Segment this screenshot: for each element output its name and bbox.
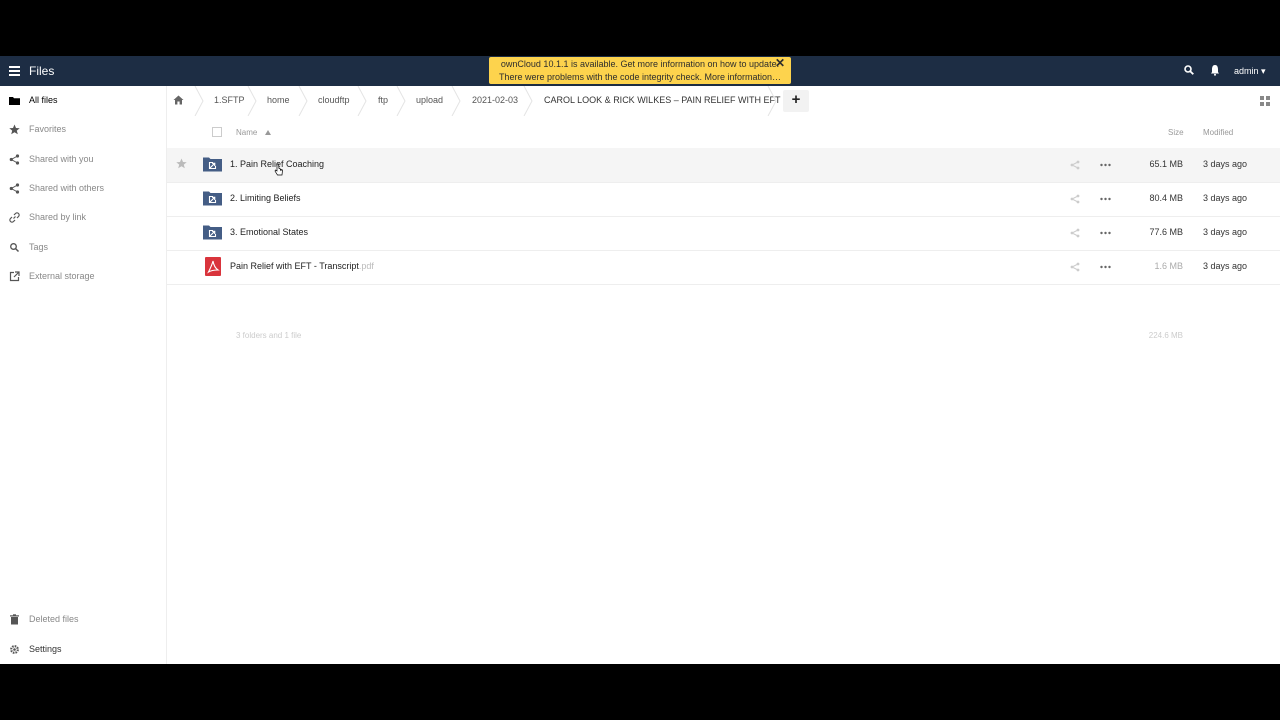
update-notification: ownCloud 10.1.1 is available. Get more i… bbox=[489, 57, 791, 84]
file-row[interactable]: 2. Limiting Beliefs 80.4 MB 3 days ago bbox=[167, 182, 1280, 217]
sort-ascending-icon bbox=[265, 130, 271, 135]
breadcrumb-separator bbox=[298, 86, 308, 116]
share-icon bbox=[9, 154, 20, 165]
file-size: 1.6 MB bbox=[1154, 261, 1183, 271]
file-name[interactable]: 3. Emotional States bbox=[230, 227, 308, 237]
more-actions-icon[interactable] bbox=[1100, 160, 1111, 170]
sidebar-item-label: Settings bbox=[29, 644, 62, 654]
breadcrumb-item[interactable]: home bbox=[267, 95, 290, 105]
breadcrumb-item[interactable]: 2021-02-03 bbox=[472, 95, 518, 105]
file-table-header: Name Size Modified bbox=[167, 116, 1280, 148]
share-icon[interactable] bbox=[1070, 228, 1080, 238]
file-modified: 3 days ago bbox=[1203, 159, 1248, 169]
sidebar-item-deleted-files[interactable]: Deleted files bbox=[0, 607, 166, 633]
top-header: Files ownCloud 10.1.1 is available. Get … bbox=[0, 56, 1280, 86]
link-icon bbox=[9, 212, 20, 223]
external-link-icon bbox=[9, 271, 20, 282]
folder-icon bbox=[9, 97, 20, 105]
sidebar-item-all-files[interactable]: All files bbox=[0, 88, 166, 114]
sidebar-item-label: Shared with you bbox=[29, 154, 94, 164]
sidebar-item-label: Shared with others bbox=[29, 183, 105, 193]
select-all-checkbox[interactable] bbox=[212, 127, 222, 137]
files-content: 1.SFTP home cloudftp ftp upload 2021-02-… bbox=[167, 86, 1280, 664]
share-icon[interactable] bbox=[1070, 262, 1080, 272]
tag-icon bbox=[10, 243, 20, 253]
notification-integrity-text[interactable]: There were problems with the code integr… bbox=[489, 71, 791, 84]
breadcrumb-separator bbox=[523, 86, 533, 116]
sidebar-item-favorites[interactable]: Favorites bbox=[0, 117, 166, 143]
column-size-header[interactable]: Size bbox=[1168, 128, 1184, 137]
breadcrumb-item[interactable]: upload bbox=[416, 95, 443, 105]
sidebar-item-external-storage[interactable]: External storage bbox=[0, 264, 166, 290]
sidebar-item-label: Deleted files bbox=[29, 614, 79, 624]
share-icon bbox=[9, 183, 20, 194]
sidebar: All files Favorites Shared with you Shar… bbox=[0, 86, 167, 664]
breadcrumb-current[interactable]: CAROL LOOK & RICK WILKES – PAIN RELIEF W… bbox=[544, 95, 781, 105]
breadcrumb-separator bbox=[767, 86, 777, 116]
search-icon[interactable] bbox=[1184, 65, 1194, 75]
share-icon[interactable] bbox=[1070, 194, 1080, 204]
grid-view-icon[interactable] bbox=[1260, 96, 1270, 106]
close-icon[interactable]: ✕ bbox=[775, 57, 785, 70]
file-size: 77.6 MB bbox=[1149, 227, 1183, 237]
breadcrumb-item[interactable]: ftp bbox=[378, 95, 388, 105]
sidebar-item-shared-by-link[interactable]: Shared by link bbox=[0, 205, 166, 231]
breadcrumb-separator bbox=[451, 86, 461, 116]
hamburger-menu-icon[interactable] bbox=[9, 66, 20, 76]
file-size: 80.4 MB bbox=[1149, 193, 1183, 203]
file-name[interactable]: Pain Relief with EFT - Transcript.pdf bbox=[230, 261, 374, 271]
file-size: 65.1 MB bbox=[1149, 159, 1183, 169]
column-name-header[interactable]: Name bbox=[236, 128, 257, 137]
sidebar-settings[interactable]: Settings bbox=[0, 637, 166, 663]
sidebar-item-label: Shared by link bbox=[29, 212, 87, 222]
more-actions-icon[interactable] bbox=[1100, 194, 1111, 204]
pdf-file-icon bbox=[205, 257, 221, 276]
sidebar-item-tags[interactable]: Tags bbox=[0, 235, 166, 261]
sidebar-item-label: All files bbox=[29, 95, 58, 105]
breadcrumb-separator bbox=[247, 86, 257, 116]
breadcrumb-separator bbox=[396, 86, 406, 116]
sidebar-item-label: External storage bbox=[29, 271, 95, 281]
star-icon bbox=[9, 124, 20, 135]
breadcrumb: 1.SFTP home cloudftp ftp upload 2021-02-… bbox=[167, 86, 1280, 116]
file-row[interactable]: 1. Pain Relief Coaching 65.1 MB 3 days a… bbox=[167, 148, 1280, 183]
total-size: 224.6 MB bbox=[1148, 331, 1183, 340]
breadcrumb-separator bbox=[194, 86, 204, 116]
external-folder-icon bbox=[203, 225, 222, 240]
external-folder-icon bbox=[203, 191, 222, 206]
column-modified-header[interactable]: Modified bbox=[1203, 128, 1233, 137]
breadcrumb-separator bbox=[357, 86, 367, 116]
owncloud-app: Files ownCloud 10.1.1 is available. Get … bbox=[0, 56, 1280, 664]
file-summary: 3 folders and 1 file bbox=[236, 331, 302, 340]
bell-icon[interactable] bbox=[1210, 64, 1220, 76]
file-modified: 3 days ago bbox=[1203, 261, 1248, 271]
file-row[interactable]: Pain Relief with EFT - Transcript.pdf 1.… bbox=[167, 250, 1280, 285]
more-actions-icon[interactable] bbox=[1100, 228, 1111, 238]
share-icon[interactable] bbox=[1070, 160, 1080, 170]
home-icon[interactable] bbox=[173, 95, 184, 105]
file-modified: 3 days ago bbox=[1203, 193, 1248, 203]
breadcrumb-item[interactable]: 1.SFTP bbox=[214, 95, 245, 105]
file-modified: 3 days ago bbox=[1203, 227, 1248, 237]
gear-icon bbox=[10, 645, 19, 654]
app-title[interactable]: Files bbox=[29, 64, 54, 78]
file-name[interactable]: 2. Limiting Beliefs bbox=[230, 193, 301, 203]
more-actions-icon[interactable] bbox=[1100, 262, 1111, 272]
sidebar-item-shared-with-others[interactable]: Shared with others bbox=[0, 176, 166, 202]
mouse-cursor-icon bbox=[274, 163, 283, 176]
breadcrumb-item[interactable]: cloudftp bbox=[318, 95, 350, 105]
trash-icon bbox=[10, 614, 19, 625]
plus-icon: + bbox=[791, 91, 801, 108]
sidebar-item-label: Favorites bbox=[29, 124, 67, 134]
file-row[interactable]: 3. Emotional States 77.6 MB 3 days ago bbox=[167, 216, 1280, 251]
sidebar-item-label: Tags bbox=[29, 242, 49, 252]
sidebar-item-shared-with-you[interactable]: Shared with you bbox=[0, 147, 166, 173]
external-folder-icon bbox=[203, 157, 222, 172]
notification-update-text[interactable]: ownCloud 10.1.1 is available. Get more i… bbox=[489, 57, 791, 71]
user-menu[interactable]: admin ▾ bbox=[1234, 66, 1266, 77]
star-icon[interactable] bbox=[176, 158, 187, 169]
new-button[interactable]: + bbox=[783, 90, 809, 112]
